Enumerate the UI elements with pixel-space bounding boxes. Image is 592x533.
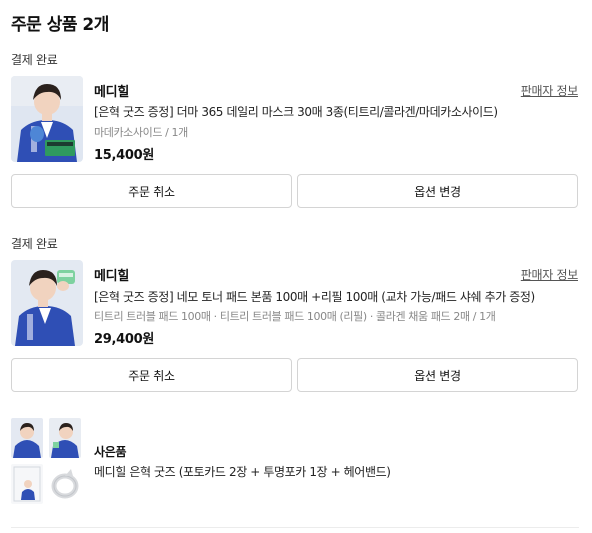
cancel-order-button[interactable]: 주문 취소: [11, 174, 292, 208]
product-price: 15,400원: [94, 148, 155, 163]
hairband-icon: [49, 464, 81, 504]
seller-info-link[interactable]: 판매자 정보: [521, 266, 579, 283]
photocard-image-icon: [11, 418, 43, 458]
brand-name: 메디힐: [94, 85, 129, 100]
cancel-order-button[interactable]: 주문 취소: [11, 358, 292, 392]
product-thumbnail[interactable]: [11, 260, 83, 346]
page-title: 주문 상품 2개: [11, 15, 109, 35]
seller-info-link[interactable]: 판매자 정보: [521, 82, 579, 99]
product-name[interactable]: [은혁 굿즈 증정] 네모 토너 패드 본품 100매 +리필 100매 (교차…: [94, 288, 535, 305]
product-price: 29,400원: [94, 332, 155, 347]
divider: [11, 527, 579, 528]
gift-label: 사은품: [94, 445, 127, 459]
brand-name: 메디힐: [94, 269, 129, 284]
product-option: 티트리 트러블 패드 100매 · 티트리 트러블 패드 100매 (리필) ·…: [94, 310, 496, 323]
product-thumbnail[interactable]: [11, 76, 83, 162]
product-option: 마데카소사이드 / 1개: [94, 126, 188, 139]
product-name[interactable]: [은혁 굿즈 증정] 더마 365 데일리 마스크 30매 3종(티트리/콜라겐…: [94, 103, 498, 120]
clear-photocard-icon: [11, 464, 43, 504]
product-image-icon: [11, 76, 83, 162]
gift-description: 메디힐 은혁 굿즈 (포토카드 2장 + 투명포카 1장 + 헤어밴드): [94, 465, 391, 479]
photocard-image-icon: [49, 418, 81, 458]
product-image-icon: [11, 260, 83, 346]
order-status: 결제 완료: [11, 237, 58, 251]
change-option-button[interactable]: 옵션 변경: [297, 174, 578, 208]
order-status: 결제 완료: [11, 53, 58, 67]
gift-thumbnail: [11, 418, 83, 504]
change-option-button[interactable]: 옵션 변경: [297, 358, 578, 392]
